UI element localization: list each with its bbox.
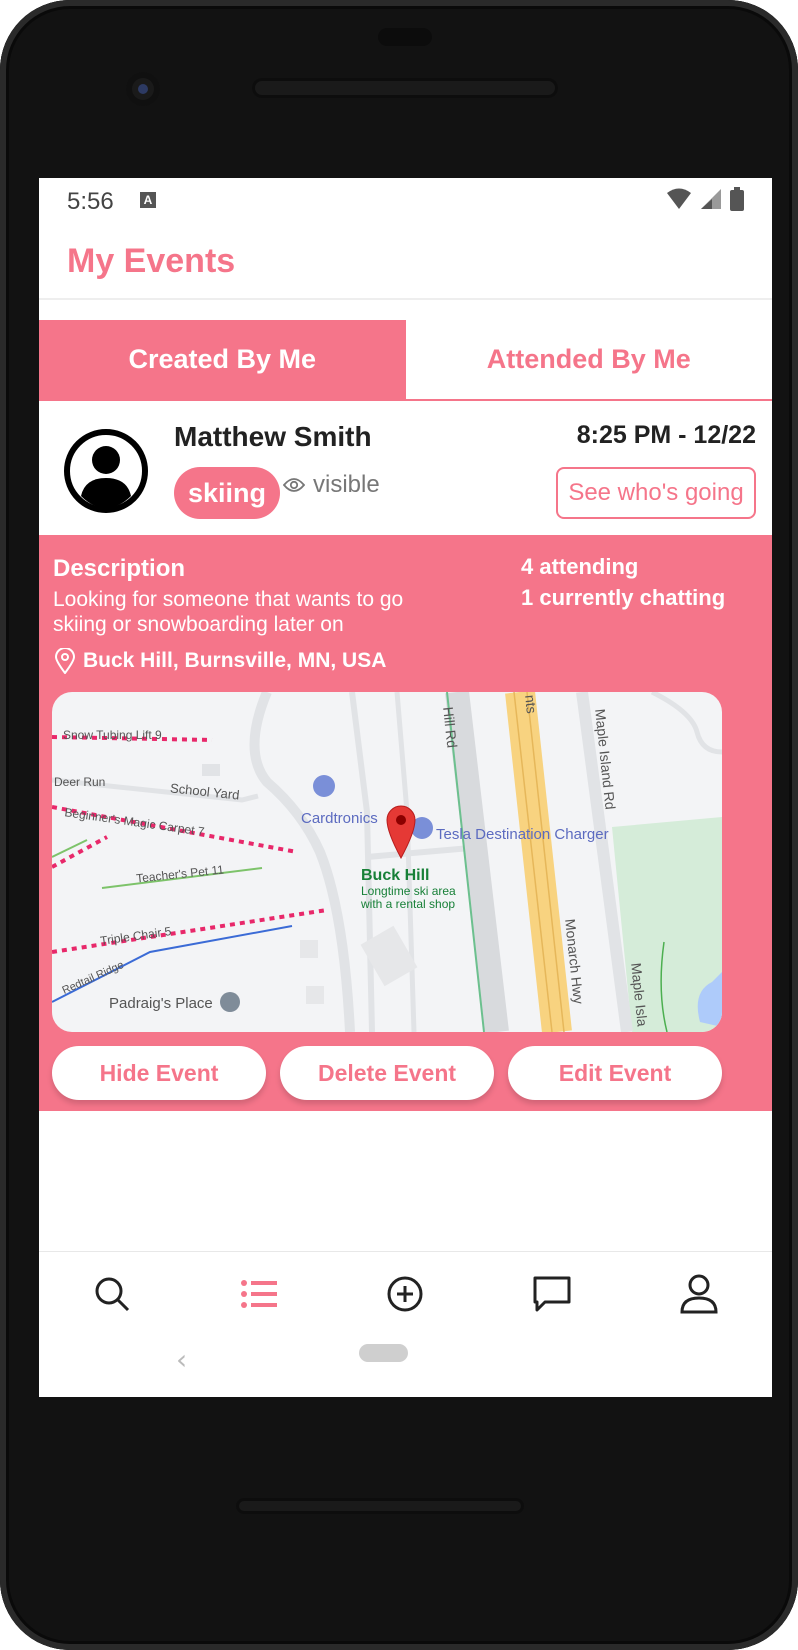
status-time: 5:56	[67, 188, 114, 215]
avatar-icon	[64, 429, 148, 513]
nav-list[interactable]	[229, 1264, 289, 1324]
front-camera	[126, 72, 160, 106]
event-card-body: Description Looking for someone that wan…	[39, 535, 772, 1111]
tab-created-by-me[interactable]: Created By Me	[39, 320, 406, 399]
page-title: My Events	[67, 242, 236, 280]
system-home-pill[interactable]	[359, 1344, 408, 1362]
location-label: Buck Hill, Burnsville, MN, USA	[83, 649, 387, 672]
map-label-nts: nts	[522, 694, 540, 715]
see-whos-going-button[interactable]: See who's going	[556, 467, 756, 519]
edit-event-button[interactable]: Edit Event	[508, 1046, 722, 1100]
nav-add[interactable]	[375, 1264, 435, 1324]
earpiece	[252, 78, 558, 98]
system-back-icon[interactable]: ‹	[176, 1343, 187, 1376]
app-header: My Events	[39, 220, 772, 300]
signal-icon	[701, 189, 721, 209]
battery-icon	[730, 187, 744, 211]
event-time: 8:25 PM - 12/22	[576, 421, 756, 449]
chatting-count: 1 currently chatting	[521, 585, 726, 610]
tab-attended-by-me[interactable]: Attended By Me	[405, 320, 772, 399]
delete-event-button[interactable]: Delete Event	[280, 1046, 494, 1100]
add-circle-icon	[387, 1276, 423, 1312]
chat-icon	[533, 1276, 571, 1312]
visibility-label: visible	[313, 471, 380, 498]
map-label-buck-hill-desc-1: Longtime ski area	[361, 884, 456, 898]
profile-icon	[680, 1274, 718, 1314]
visibility-indicator: visible	[283, 471, 380, 499]
map-label-cardtronics: Cardtronics	[301, 810, 378, 827]
status-bar: 5:56 A	[39, 178, 772, 220]
hide-event-button[interactable]: Hide Event	[52, 1046, 266, 1100]
list-icon	[240, 1280, 277, 1308]
event-actions: Hide Event Delete Event Edit Event	[52, 1046, 722, 1100]
nav-search[interactable]	[82, 1264, 142, 1324]
location-pin-icon	[55, 648, 75, 674]
map-label-padraigs-place: Padraig's Place	[109, 995, 213, 1012]
attending-count: 4 attending	[521, 554, 639, 579]
map-label-buck-hill: Buck Hill	[361, 867, 430, 884]
map-label-buck-hill-desc-2: with a rental shop	[361, 897, 456, 911]
nav-chat[interactable]	[522, 1264, 582, 1324]
event-tabs: Created By Me Attended By Me	[39, 320, 772, 401]
map-label-snow-tubing: Snow Tubing Lift 9	[63, 728, 162, 742]
phone-frame: 5:56 A My Events Created By Me Attended …	[0, 0, 798, 1650]
event-map[interactable]: Snow Tubing Lift 9 Deer Run School Yard …	[52, 692, 722, 1032]
description-title: Description	[53, 555, 186, 582]
search-icon	[95, 1277, 130, 1312]
event-location: Buck Hill, Burnsville, MN, USA	[55, 648, 386, 674]
system-navigation: ‹	[0, 1323, 798, 1423]
top-speaker	[378, 28, 432, 46]
status-icons	[666, 187, 744, 211]
host-name: Matthew Smith	[174, 421, 372, 452]
nav-profile[interactable]	[669, 1264, 729, 1324]
bottom-speaker	[236, 1498, 524, 1514]
event-card-header: Matthew Smith 8:25 PM - 12/22 skiing vis…	[39, 401, 772, 535]
status-a-badge: A	[140, 192, 156, 208]
map-label-tesla-charger: Tesla Destination Charger	[436, 826, 609, 843]
app-screen: 5:56 A My Events Created By Me Attended …	[39, 178, 772, 1397]
description-text: Looking for someone that wants to go ski…	[53, 588, 404, 636]
map-graphics	[52, 692, 722, 1032]
map-label-deer-run: Deer Run	[54, 775, 106, 789]
wifi-icon	[667, 188, 691, 209]
eye-icon	[283, 478, 305, 492]
activity-tag: skiing	[174, 467, 281, 519]
